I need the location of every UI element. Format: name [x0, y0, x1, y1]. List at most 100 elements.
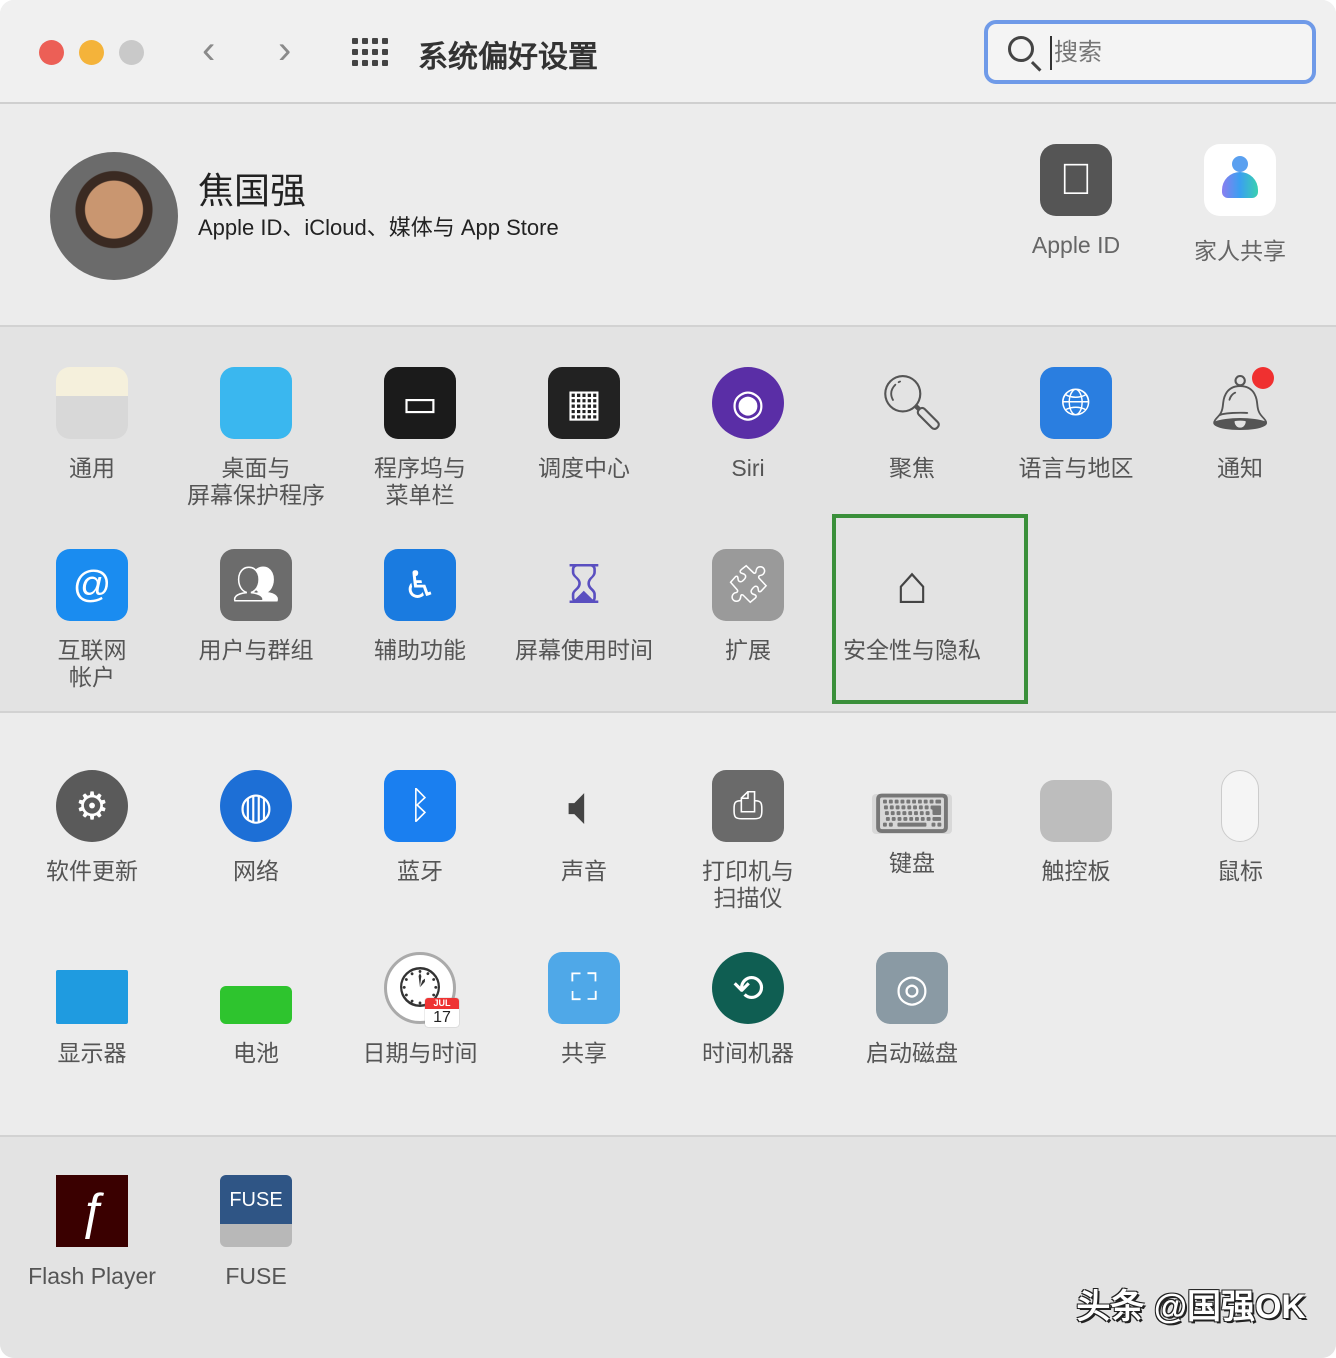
hard-disk-icon: ◎	[876, 952, 948, 1024]
pref-item[interactable]: ⚙ 软件更新	[10, 770, 174, 952]
pref-item[interactable]: 👥︎ 用户与群组	[174, 549, 338, 731]
family-sharing-pref[interactable]: 家人共享	[1165, 144, 1315, 266]
pref-label: FUSE	[225, 1263, 287, 1289]
account-section: 焦国强 Apple ID、iCloud、媒体与 App Store  Appl…	[0, 104, 1336, 327]
general-icon	[56, 367, 128, 439]
mouse-icon	[1221, 770, 1259, 842]
pref-label: Apple ID	[1031, 232, 1121, 258]
pref-item[interactable]: ⌨ 键盘	[830, 770, 994, 952]
pref-label: 声音	[561, 858, 607, 884]
pref-label: 电池	[233, 1040, 279, 1066]
search-icon	[1008, 36, 1034, 62]
pref-row: 显示器 电池 🕐︎ JUL 17 日期与时间 ⛶ 共享 ⟲ 时间机器 ◎ 启动磁盘	[10, 952, 1336, 1134]
pref-label: 家人共享	[1194, 238, 1286, 264]
zoom-button[interactable]	[119, 40, 144, 65]
pref-item[interactable]: @ 互联网 帐户	[10, 549, 174, 731]
search-field[interactable]	[984, 20, 1316, 84]
apple-logo-icon: 	[1040, 144, 1112, 216]
show-all-grid-icon[interactable]	[352, 38, 390, 66]
search-input[interactable]	[1050, 36, 1290, 70]
pref-label: Flash Player	[28, 1263, 156, 1289]
pref-label: 显示器	[57, 1040, 127, 1066]
avatar[interactable]	[50, 152, 178, 280]
pref-item[interactable]: 通用	[10, 367, 174, 549]
pref-label: 蓝牙	[397, 858, 443, 884]
pref-label: 屏幕使用时间	[515, 637, 653, 663]
clock-calendar-icon: 🕐︎ JUL 17	[384, 952, 459, 1027]
mission-control-icon: ▦	[548, 367, 620, 439]
pref-label: 打印机与 扫描仪	[702, 858, 794, 911]
pref-item[interactable]: ⟲ 时间机器	[666, 952, 830, 1134]
pref-item[interactable]: 🧩︎ 扩展	[666, 549, 830, 731]
pref-item[interactable]: 🔈︎ 声音	[502, 770, 666, 952]
pref-item[interactable]: 显示器	[10, 952, 174, 1134]
pref-item[interactable]: ⌛︎ 屏幕使用时间	[502, 549, 666, 731]
pref-item[interactable]: 🔔︎ 通知	[1158, 367, 1322, 549]
pref-item[interactable]: FUSE FUSE	[174, 1175, 338, 1357]
pref-label: 程序坞与 菜单栏	[374, 455, 466, 508]
pref-item[interactable]: ▦ 调度中心	[502, 367, 666, 549]
pref-item[interactable]: 触控板	[994, 770, 1158, 952]
hourglass-icon: ⌛︎	[566, 554, 602, 615]
user-name[interactable]: 焦国强	[198, 162, 306, 214]
dock-icon: ▭	[384, 367, 456, 439]
family-sharing-icon	[1204, 144, 1276, 216]
printer-icon: ⎙	[712, 770, 784, 842]
chevron-right-icon[interactable]: ›	[278, 28, 291, 73]
pref-label: 鼠标	[1217, 858, 1263, 884]
calendar-badge: JUL 17	[425, 998, 459, 1027]
apple-id-pref[interactable]:  Apple ID	[1001, 144, 1151, 259]
pref-label: 触控板	[1041, 858, 1111, 884]
pref-item[interactable]: ⛶ 共享	[502, 952, 666, 1134]
pref-item[interactable]: ᛒ 蓝牙	[338, 770, 502, 952]
pref-item[interactable]: ◍ 网络	[174, 770, 338, 952]
pref-item[interactable]: 电池	[174, 952, 338, 1134]
gear-icon: ⚙	[56, 770, 128, 842]
pref-label: 软件更新	[46, 858, 138, 884]
pref-item[interactable]: ◉ Siri	[666, 367, 830, 549]
chevron-left-icon[interactable]: ‹	[202, 28, 215, 73]
pref-label: 启动磁盘	[866, 1040, 958, 1066]
pref-item[interactable]: 桌面与 屏幕保护程序	[174, 367, 338, 549]
battery-icon	[220, 986, 292, 1024]
system-prefs-section-1: 通用 桌面与 屏幕保护程序 ▭ 程序坞与 菜单栏 ▦ 调度中心 ◉ Siri 🔍︎ 聚焦 🌐︎ 语言与…	[0, 327, 1336, 713]
pref-row: ⚙ 软件更新 ◍ 网络 ᛒ 蓝牙 🔈︎ 声音 ⎙ 打印机与 扫描仪 ⌨ 键盘 触控板 鼠标	[10, 770, 1336, 952]
pref-label: 共享	[561, 1040, 607, 1066]
pref-row: ƒ Flash Player FUSE FUSE	[10, 1175, 1336, 1357]
highlight-box	[832, 514, 1028, 704]
system-preferences-window: ‹ › 系统偏好设置 焦国强 Apple ID、iCloud、媒体与 App S…	[0, 0, 1336, 1358]
bell-icon: 🔔︎	[1204, 367, 1276, 439]
window-title: 系统偏好设置	[418, 41, 598, 74]
users-icon: 👥︎	[220, 549, 292, 621]
siri-icon: ◉	[712, 367, 784, 439]
pref-row: 通用 桌面与 屏幕保护程序 ▭ 程序坞与 菜单栏 ▦ 调度中心 ◉ Siri 🔍︎ 聚焦 🌐︎ 语言与…	[10, 367, 1336, 549]
pref-label: 网络	[233, 858, 279, 884]
account-subtitle: Apple ID、iCloud、媒体与 App Store	[198, 215, 559, 240]
trackpad-icon	[1040, 780, 1112, 842]
pref-label: 扩展	[725, 637, 771, 663]
pref-label: 通用	[69, 455, 115, 481]
pref-label: 桌面与 屏幕保护程序	[187, 455, 325, 508]
pref-label: 辅助功能	[374, 637, 466, 663]
pref-label: 用户与群组	[198, 637, 314, 663]
minimize-button[interactable]	[79, 40, 104, 65]
sharing-folder-icon: ⛶	[548, 952, 620, 1024]
watermark: 头条 @国强OK	[1076, 1288, 1306, 1326]
close-button[interactable]	[39, 40, 64, 65]
spotlight-magnifier-icon: 🔍︎	[877, 372, 947, 433]
pref-item[interactable]: ♿︎ 辅助功能	[338, 549, 502, 731]
pref-item[interactable]: 鼠标	[1158, 770, 1322, 952]
notification-badge-icon	[1252, 367, 1274, 389]
calendar-month: JUL	[425, 998, 459, 1009]
pref-item[interactable]: ▭ 程序坞与 菜单栏	[338, 367, 502, 549]
pref-label: 调度中心	[538, 455, 630, 481]
pref-label: 通知	[1217, 455, 1263, 481]
bluetooth-icon: ᛒ	[384, 770, 456, 842]
pref-item[interactable]: ƒ Flash Player	[10, 1175, 174, 1357]
pref-item[interactable]: ◎ 启动磁盘	[830, 952, 994, 1134]
fuse-drive-icon: FUSE	[220, 1175, 292, 1247]
pref-item[interactable]: ⎙ 打印机与 扫描仪	[666, 770, 830, 952]
pref-label: 聚焦	[889, 455, 935, 481]
system-prefs-section-2: ⚙ 软件更新 ◍ 网络 ᛒ 蓝牙 🔈︎ 声音 ⎙ 打印机与 扫描仪 ⌨ 键盘 触控板 鼠标显示器 电池 🕐︎ J…	[0, 713, 1336, 1137]
pref-item[interactable]: 🕐︎ JUL 17 日期与时间	[338, 952, 502, 1134]
